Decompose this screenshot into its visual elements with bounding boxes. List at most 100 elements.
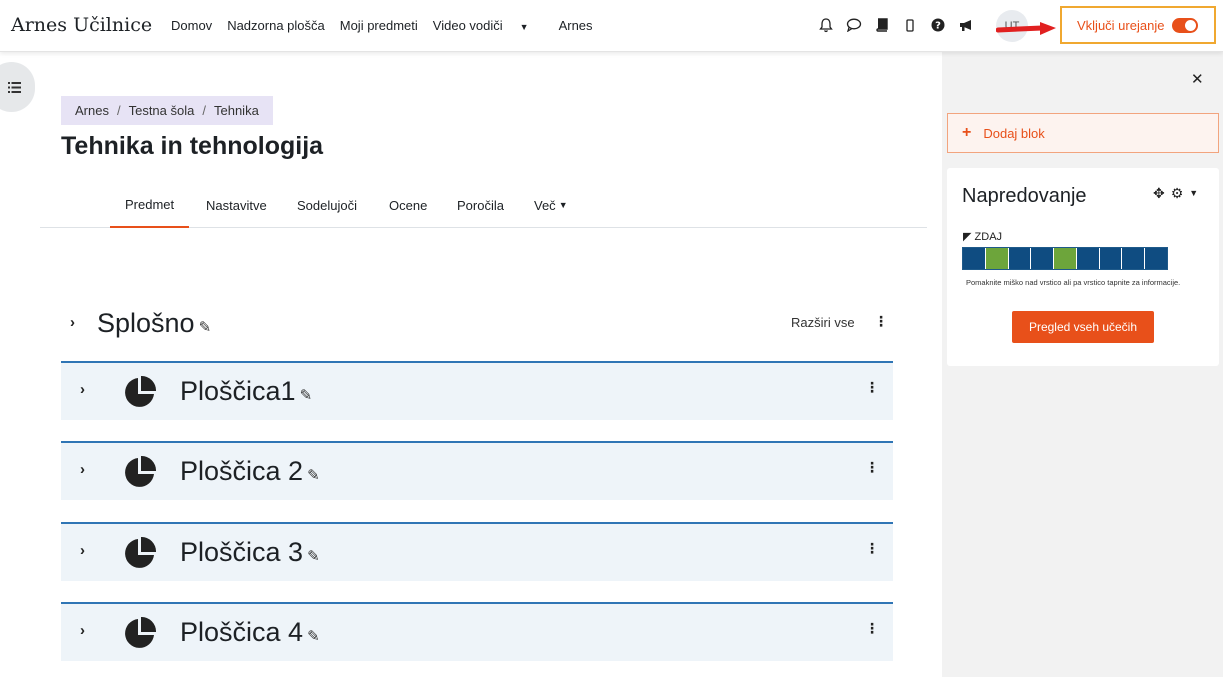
progress-block-title: Napredovanje bbox=[962, 185, 1087, 207]
pencil-icon[interactable]: ✎ bbox=[307, 628, 320, 645]
progress-cell-blue[interactable] bbox=[1145, 248, 1168, 269]
tile-title-label[interactable]: Ploščica 4 bbox=[180, 617, 303, 647]
course-index-toggle[interactable] bbox=[0, 62, 35, 112]
breadcrumb-item-arnes[interactable]: Arnes bbox=[75, 103, 109, 118]
tile-title: Ploščica 3 ✎ bbox=[180, 537, 320, 568]
kebab-menu-icon[interactable]: ⋮ bbox=[865, 540, 879, 557]
tile-title-label[interactable]: Ploščica 2 bbox=[180, 456, 303, 486]
expand-all-link[interactable]: Razširi vse bbox=[791, 315, 855, 330]
pie-chart-icon bbox=[125, 376, 156, 407]
move-icon[interactable]: ✥ bbox=[1153, 185, 1165, 202]
pencil-icon[interactable]: ✎ bbox=[307, 548, 320, 565]
now-indicator: ◤ ZDAJ bbox=[963, 230, 1002, 243]
kebab-menu-icon[interactable]: ⋮ bbox=[865, 379, 879, 396]
nav-link-video-guides-label: Video vodiči bbox=[432, 18, 503, 33]
tile-section: › Ploščica 2 ✎ ⋮ bbox=[61, 441, 893, 500]
pie-chart-icon bbox=[125, 537, 156, 568]
progress-cell-blue[interactable] bbox=[1122, 248, 1146, 269]
progress-cell-blue[interactable] bbox=[963, 248, 986, 269]
overview-all-learners-button[interactable]: Pregled vseh učečih bbox=[1012, 311, 1154, 343]
nav-link-dashboard[interactable]: Nadzorna plošča bbox=[227, 18, 325, 33]
add-block-label: Dodaj blok bbox=[983, 125, 1045, 141]
edit-mode-switch[interactable] bbox=[1172, 17, 1199, 33]
bell-icon[interactable] bbox=[812, 14, 840, 36]
tile-section: › Ploščica 4 ✎ ⋮ bbox=[61, 602, 893, 661]
tab-settings[interactable]: Nastavitve bbox=[191, 182, 282, 228]
chevron-down-icon: ▼ bbox=[519, 22, 529, 32]
tab-settings-label: Nastavitve bbox=[206, 197, 267, 213]
tile-section: › Ploščica 3 ✎ ⋮ bbox=[61, 522, 893, 581]
tile-title: Ploščica1 ✎ bbox=[180, 376, 312, 407]
primary-navigation: Domov Nadzorna plošča Moji predmeti Vide… bbox=[171, 18, 608, 33]
gear-icon[interactable]: ⚙ bbox=[1171, 185, 1184, 202]
progress-bar[interactable] bbox=[962, 247, 1168, 270]
pencil-icon[interactable]: ✎ bbox=[199, 319, 212, 336]
progress-cell-blue[interactable] bbox=[1008, 248, 1032, 269]
tab-course[interactable]: Predmet bbox=[110, 182, 190, 228]
pie-chart-icon bbox=[125, 456, 156, 487]
svg-text:?: ? bbox=[935, 21, 941, 32]
chevron-right-icon[interactable]: › bbox=[80, 542, 85, 559]
chevron-down-icon[interactable]: ▼ bbox=[1189, 185, 1198, 202]
progress-cell-blue[interactable] bbox=[1076, 248, 1100, 269]
progress-cell-green[interactable] bbox=[1054, 248, 1077, 269]
chevron-right-icon[interactable]: › bbox=[70, 314, 75, 331]
block-tools: ✥ ⚙ ▼ bbox=[1153, 185, 1198, 202]
pencil-icon[interactable]: ✎ bbox=[300, 387, 313, 404]
tab-more[interactable]: Več ▼ bbox=[519, 182, 583, 228]
breadcrumb-separator: / bbox=[116, 103, 121, 118]
kebab-menu-icon[interactable]: ⋮ bbox=[865, 459, 879, 476]
chevron-right-icon[interactable]: › bbox=[80, 381, 85, 398]
plus-icon: + bbox=[962, 124, 972, 141]
section-general: › Splošno ✎ Razširi vse ⋮ bbox=[61, 300, 893, 350]
list-icon bbox=[8, 81, 21, 93]
chevron-down-icon: ▼ bbox=[558, 200, 568, 210]
megaphone-icon[interactable] bbox=[952, 14, 980, 36]
edit-mode-toggle[interactable]: Vključi urejanje bbox=[1060, 6, 1216, 44]
navbar-icons: ? bbox=[812, 14, 980, 36]
breadcrumb-separator: / bbox=[202, 103, 206, 118]
progress-cell-blue[interactable] bbox=[1099, 248, 1123, 269]
site-brand[interactable]: Arnes Učilnice bbox=[11, 14, 152, 36]
breadcrumb-item-school[interactable]: Testna šola bbox=[129, 103, 195, 118]
nav-link-home[interactable]: Domov bbox=[171, 18, 212, 33]
breadcrumb: Arnes / Testna šola / Tehnika bbox=[61, 96, 273, 125]
now-label: ZDAJ bbox=[974, 231, 1003, 243]
tab-grades-label: Ocene bbox=[389, 197, 428, 213]
chevron-right-icon[interactable]: › bbox=[80, 622, 85, 639]
progress-cell-blue[interactable] bbox=[1031, 248, 1055, 269]
tab-reports[interactable]: Poročila bbox=[442, 182, 519, 228]
book-icon[interactable] bbox=[868, 14, 896, 36]
block-drawer: ✕ + Dodaj blok Napredovanje ✥ ⚙ ▼ ◤ ZDAJ… bbox=[942, 52, 1223, 677]
close-icon[interactable]: ✕ bbox=[1191, 70, 1204, 88]
kebab-menu-icon[interactable]: ⋮ bbox=[874, 313, 888, 330]
progress-block: Napredovanje ✥ ⚙ ▼ ◤ ZDAJ Pomaknite mišk… bbox=[947, 168, 1219, 366]
now-marker-icon: ◤ bbox=[963, 231, 972, 243]
tab-participants-label: Sodelujoči bbox=[297, 197, 357, 213]
nav-link-video-guides[interactable]: Video vodiči ▼ bbox=[433, 18, 544, 33]
tile-title-label[interactable]: Ploščica 3 bbox=[180, 537, 303, 567]
add-block-button[interactable]: + Dodaj blok bbox=[947, 113, 1219, 153]
progress-hint: Pomaknite miško nad vrstico ali pa vrsti… bbox=[966, 278, 1181, 287]
chevron-right-icon[interactable]: › bbox=[80, 461, 85, 478]
kebab-menu-icon[interactable]: ⋮ bbox=[865, 620, 879, 637]
tab-grades[interactable]: Ocene bbox=[374, 182, 442, 228]
nav-link-my-courses[interactable]: Moji predmeti bbox=[340, 18, 418, 33]
tile-title: Ploščica 2 ✎ bbox=[180, 456, 320, 487]
nav-link-arnes[interactable]: Arnes bbox=[559, 18, 593, 33]
section-general-label[interactable]: Splošno bbox=[97, 308, 195, 338]
annotation-arrow bbox=[996, 22, 1056, 35]
page-title: Tehnika in tehnologija bbox=[61, 132, 324, 160]
breadcrumb-item-course[interactable]: Tehnika bbox=[214, 103, 259, 118]
course-tabs: Predmet Nastavitve Sodelujoči Ocene Poro… bbox=[40, 182, 927, 228]
help-icon[interactable]: ? bbox=[924, 14, 952, 36]
tile-title-label[interactable]: Ploščica1 bbox=[180, 376, 296, 406]
chat-icon[interactable] bbox=[840, 14, 868, 36]
tab-course-label: Predmet bbox=[125, 196, 175, 212]
mobile-icon[interactable] bbox=[896, 14, 924, 36]
switch-knob bbox=[1185, 19, 1197, 31]
tab-participants[interactable]: Sodelujoči bbox=[282, 182, 372, 228]
progress-cell-green[interactable] bbox=[985, 248, 1009, 269]
pencil-icon[interactable]: ✎ bbox=[307, 467, 320, 484]
edit-mode-label: Vključi urejanje bbox=[1077, 17, 1165, 33]
